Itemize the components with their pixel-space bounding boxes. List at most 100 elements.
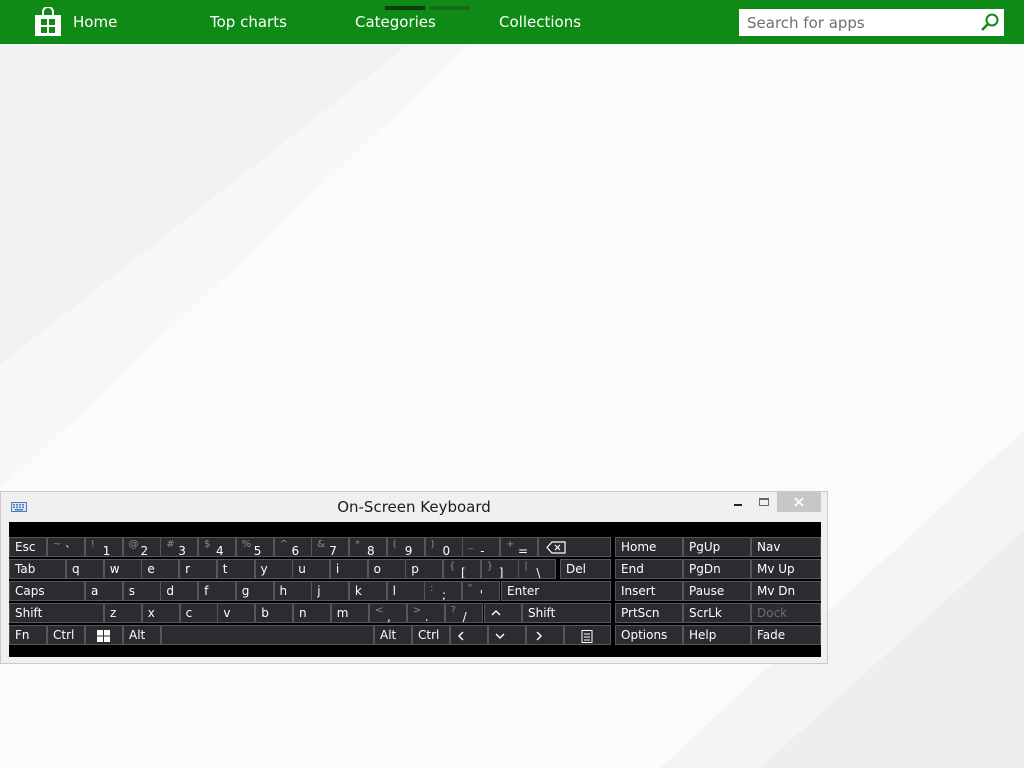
key-1[interactable]: ! 1 [84,537,123,557]
store-logo-icon[interactable] [34,7,62,37]
key-right-arrow[interactable] [526,625,564,645]
key-k[interactable]: k [348,581,387,601]
key-ctrl-left[interactable]: Ctrl [47,625,85,645]
key-alt-right[interactable]: Alt [374,625,412,645]
maximize-icon[interactable] [751,492,775,512]
search-input[interactable] [739,9,971,36]
key-mv-dn[interactable]: Mv Dn [751,581,821,601]
key-s[interactable]: s [122,581,161,601]
key-slash[interactable]: ? / [444,603,483,623]
key-5[interactable]: % 5 [235,537,274,557]
key-fn[interactable]: Fn [9,625,47,645]
key-j[interactable]: j [311,581,350,601]
key-tab[interactable]: Tab [9,559,66,579]
key-label: j [317,584,321,598]
key-4[interactable]: $4 [198,537,236,557]
key-period[interactable]: >. [406,603,445,623]
key-e[interactable]: e [141,559,180,579]
key-b[interactable]: b [255,603,294,623]
key-up-arrow[interactable] [484,603,522,623]
key-menu[interactable] [564,625,611,645]
key-pause[interactable]: Pause [683,581,751,601]
key-x[interactable]: x [141,603,180,623]
key-y[interactable]: y [254,559,293,579]
nav-collections[interactable]: Collections [499,13,581,31]
key-0[interactable]: ) 0 [424,537,463,557]
key-p[interactable]: p [405,559,444,579]
key-esc[interactable]: Esc [9,537,47,557]
key-h[interactable]: h [273,581,312,601]
key-n[interactable]: n [293,603,331,623]
key-9[interactable]: (9 [386,537,425,557]
key-dock[interactable]: Dock [751,603,821,623]
key-shift-right[interactable]: Shift [522,603,611,623]
key-prtscn[interactable]: PrtScn [615,603,683,623]
key-pgup[interactable]: PgUp [683,537,751,557]
key-a[interactable]: a [85,581,123,601]
key-options[interactable]: Options [615,625,683,645]
key-insert[interactable]: Insert [615,581,683,601]
key-shift-label: ! [90,539,95,550]
nav-home[interactable]: Home [73,13,117,31]
key-shift-left[interactable]: Shift [9,603,104,623]
key-enter[interactable]: Enter [501,581,611,601]
key-caps[interactable]: Caps [9,581,85,601]
key-alt-left[interactable]: Alt [123,625,161,645]
on-screen-keyboard-window: On-Screen Keyboard Esc ~ `! 1 @2 #3 $4% 5 ^ 6 & 7 * 8… [0,491,828,664]
key-r[interactable]: r [179,559,218,579]
key-semicolon[interactable]: :; [424,581,462,601]
key-minus[interactable]: _ - [462,537,501,557]
key-w[interactable]: w [103,559,142,579]
key-t[interactable]: t [216,559,255,579]
close-icon[interactable] [777,492,821,512]
key-left-bracket[interactable]: {[ [443,559,481,579]
key-mv-up[interactable]: Mv Up [751,559,821,579]
key-label: Ctrl [418,628,440,642]
key-comma[interactable]: <, [369,603,407,623]
key-z[interactable]: z [104,603,142,623]
key-m[interactable]: m [330,603,369,623]
down-arrow-icon [495,633,505,639]
key-down-arrow[interactable] [488,625,526,645]
key-shift-label: { [449,561,456,572]
key-d[interactable]: d [160,581,199,601]
key-2[interactable]: @2 [122,537,161,557]
key-u[interactable]: u [292,559,331,579]
key-8[interactable]: * 8 [349,537,387,557]
key-quote[interactable]: " ' [461,581,500,601]
search-icon[interactable] [979,12,1001,34]
key-home[interactable]: Home [615,537,683,557]
minimize-icon[interactable] [725,492,749,512]
key-main-label: , [387,610,391,623]
key-nav[interactable]: Nav [751,537,821,557]
key-del[interactable]: Del [560,559,611,579]
key-main-label: ; [442,588,447,601]
key-ctrl-right[interactable]: Ctrl [412,625,450,645]
key-backtick[interactable]: ~ ` [47,537,85,557]
key-c[interactable]: c [179,603,218,623]
key-equals[interactable]: + = [500,537,538,557]
key-3[interactable]: #3 [160,537,199,557]
key-left-arrow[interactable] [450,625,488,645]
nav-top-charts[interactable]: Top charts [210,13,287,31]
key-fade[interactable]: Fade [751,625,821,645]
key-down[interactable]: v [217,603,256,623]
key-pgdn[interactable]: PgDn [683,559,751,579]
key-l[interactable]: l [386,581,425,601]
key-6[interactable]: ^ 6 [273,537,312,557]
key-backspace[interactable] [538,537,611,557]
key-end[interactable]: End [615,559,683,579]
key-right-bracket[interactable]: }] [480,559,519,579]
key-scrlk[interactable]: ScrLk [683,603,751,623]
key-i[interactable]: i [329,559,368,579]
key-g[interactable]: g [235,581,274,601]
key-o[interactable]: o [367,559,406,579]
nav-categories[interactable]: Categories [355,13,436,31]
key-windows[interactable] [85,625,123,645]
key-backslash[interactable]: | \ [518,559,557,579]
key-q[interactable]: q [66,559,104,579]
key-help[interactable]: Help [683,625,751,645]
key-space[interactable] [161,625,374,645]
key-7[interactable]: & 7 [311,537,350,557]
key-f[interactable]: f [198,581,237,601]
